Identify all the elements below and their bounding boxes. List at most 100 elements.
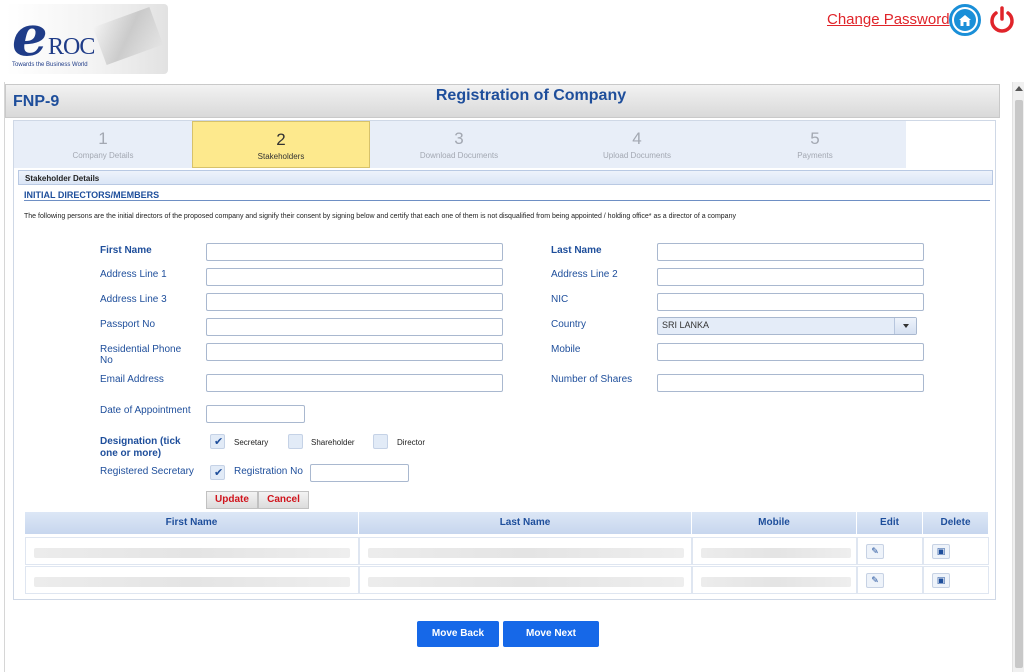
country-label: Country <box>551 319 587 330</box>
pencil-icon: ✎ <box>871 575 879 585</box>
address-line-1-input[interactable] <box>206 268 503 286</box>
cell-last-name <box>359 537 692 565</box>
first-name-input[interactable] <box>206 243 503 261</box>
step-download-documents[interactable]: 3 Download Documents <box>370 121 548 168</box>
move-next-button[interactable]: Move Next <box>503 621 599 647</box>
registration-no-label: Registration No <box>234 466 303 477</box>
email-input[interactable] <box>206 374 503 392</box>
cell-delete: ▣ <box>923 566 989 594</box>
column-header-last-name: Last Name <box>359 512 692 534</box>
address-line-2-label: Address Line 2 <box>551 269 618 280</box>
delete-button[interactable]: ▣ <box>932 544 950 559</box>
director-checkbox[interactable] <box>373 434 388 449</box>
wizard-steps: 1 Company Details 2 Stakeholders 3 Downl… <box>14 121 906 168</box>
step-number: 2 <box>276 130 286 149</box>
step-upload-documents[interactable]: 4 Upload Documents <box>548 121 726 168</box>
trash-icon: ▣ <box>936 546 946 556</box>
shareholder-label: Shareholder <box>311 438 355 447</box>
residential-phone-input[interactable] <box>206 343 503 361</box>
content-frame: FNP-9 Registration of Company 1 Company … <box>4 82 1012 672</box>
address-line-3-input[interactable] <box>206 293 503 311</box>
home-icon <box>954 9 976 31</box>
secretary-label: Secretary <box>234 438 269 447</box>
form-header-bar: FNP-9 Registration of Company <box>5 84 1000 118</box>
column-header-delete: Delete <box>923 512 989 534</box>
pencil-icon: ✎ <box>871 546 879 556</box>
nic-input[interactable] <box>657 293 924 311</box>
mobile-label: Mobile <box>551 344 581 355</box>
edit-button[interactable]: ✎ <box>866 544 884 559</box>
scrollbar-thumb[interactable] <box>1015 100 1023 668</box>
page-title: Registration of Company <box>435 87 627 104</box>
number-of-shares-label: Number of Shares <box>551 374 633 385</box>
power-icon <box>990 6 1014 33</box>
step-label: Stakeholders <box>257 152 305 161</box>
step-company-details[interactable]: 1 Company Details <box>14 121 192 168</box>
cell-mobile <box>692 566 857 594</box>
residential-phone-label: Residential Phone No <box>100 344 182 366</box>
registration-no-input[interactable] <box>310 464 409 482</box>
step-label: Download Documents <box>419 151 499 160</box>
logo-pen-graphic <box>92 6 164 66</box>
cell-edit: ✎ <box>857 537 923 565</box>
last-name-input[interactable] <box>657 243 924 261</box>
director-label: Director <box>397 438 426 447</box>
logo-mark: e <box>12 4 48 69</box>
column-header-mobile: Mobile <box>692 512 857 534</box>
secretary-checkbox[interactable]: ✔ <box>210 434 225 449</box>
step-stakeholders[interactable]: 2 Stakeholders <box>192 121 370 168</box>
step-number: 3 <box>454 129 464 148</box>
step-number: 4 <box>632 129 642 148</box>
step-number: 5 <box>810 129 820 148</box>
first-name-label: First Name <box>100 245 152 256</box>
section-bar: Stakeholder Details <box>18 170 993 185</box>
logo-name: ROC <box>48 34 95 60</box>
registered-secretary-checkbox[interactable]: ✔ <box>210 465 225 480</box>
edit-button[interactable]: ✎ <box>866 573 884 588</box>
passport-input[interactable] <box>206 318 503 336</box>
step-payments[interactable]: 5 Payments <box>726 121 904 168</box>
passport-label: Passport No <box>100 319 156 330</box>
section-divider <box>24 200 990 201</box>
email-label: Email Address <box>100 374 164 385</box>
change-password-link[interactable]: Change Password <box>827 11 950 28</box>
number-of-shares-input[interactable] <box>657 374 924 392</box>
column-header-edit: Edit <box>857 512 923 534</box>
checkmark-icon: ✔ <box>214 436 224 448</box>
trash-icon: ▣ <box>936 575 946 585</box>
cell-mobile <box>692 537 857 565</box>
cell-delete: ▣ <box>923 537 989 565</box>
address-line-2-input[interactable] <box>657 268 924 286</box>
cell-last-name <box>359 566 692 594</box>
update-button[interactable]: Update <box>206 491 258 509</box>
logout-button[interactable] <box>988 6 1016 34</box>
column-header-first-name: First Name <box>25 512 359 534</box>
shareholder-checkbox[interactable] <box>288 434 303 449</box>
designation-label: Designation (tick one or more) <box>100 436 181 459</box>
step-label: Payments <box>797 151 833 160</box>
cell-first-name <box>25 537 359 565</box>
section-description: The following persons are the initial di… <box>24 213 736 220</box>
step-label: Upload Documents <box>602 151 672 160</box>
delete-button[interactable]: ▣ <box>932 573 950 588</box>
nic-label: NIC <box>551 294 569 305</box>
cancel-button[interactable]: Cancel <box>258 491 309 509</box>
section-title: INITIAL DIRECTORS/MEMBERS <box>24 190 160 200</box>
step-label: Company Details <box>72 151 134 160</box>
scroll-up-arrow-icon[interactable] <box>1015 86 1023 91</box>
country-select[interactable]: SRI LANKA <box>657 317 917 335</box>
vertical-scrollbar[interactable] <box>1012 82 1024 672</box>
move-back-button[interactable]: Move Back <box>417 621 499 647</box>
chevron-down-icon[interactable] <box>894 318 916 334</box>
cell-edit: ✎ <box>857 566 923 594</box>
logo-tagline: Towards the Business World <box>12 62 88 68</box>
country-select-value: SRI LANKA <box>662 320 710 330</box>
home-button[interactable] <box>949 4 981 36</box>
header: e ROC Towards the Business World Change … <box>0 0 1024 82</box>
date-of-appointment-input[interactable] <box>206 405 305 423</box>
address-line-3-label: Address Line 3 <box>100 294 167 305</box>
mobile-input[interactable] <box>657 343 924 361</box>
cell-first-name <box>25 566 359 594</box>
address-line-1-label: Address Line 1 <box>100 269 167 280</box>
eroc-logo[interactable]: e ROC Towards the Business World <box>6 4 168 74</box>
